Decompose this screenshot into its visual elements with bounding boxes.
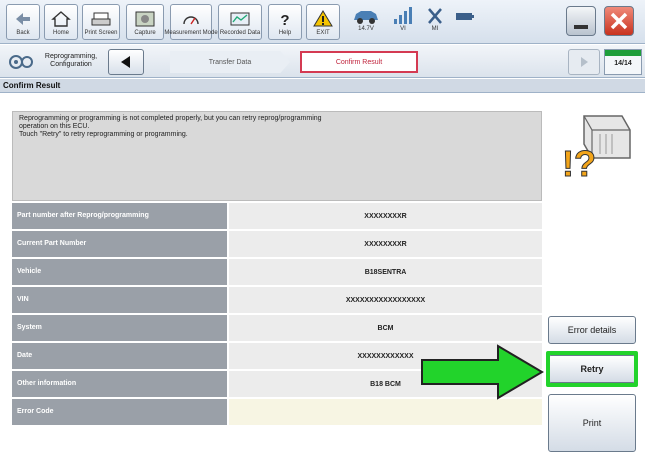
recorded-data-button[interactable]: Recorded Data — [218, 4, 262, 40]
table-row: System BCM — [12, 315, 542, 343]
table-row: Error Code — [12, 399, 542, 427]
home-icon — [51, 11, 71, 27]
vehicle-battery-status: 14.7V — [348, 6, 384, 40]
print-screen-button[interactable]: Print Screen — [82, 4, 120, 40]
svg-text:?: ? — [280, 12, 289, 28]
triangle-right-icon — [581, 57, 588, 67]
vi-signal-status: VI — [388, 6, 418, 40]
step-progress-bar — [605, 50, 641, 56]
table-row: Vehicle B18SENTRA — [12, 259, 542, 287]
signal-bars-icon — [394, 7, 412, 24]
help-button[interactable]: ? Help — [268, 4, 302, 40]
step-bar: Reprogramming, Configuration Transfer Da… — [0, 45, 645, 78]
minimize-button[interactable] — [566, 6, 596, 36]
measurement-mode-button[interactable]: Measurement Mode — [164, 4, 218, 40]
home-button[interactable]: Home — [44, 4, 78, 40]
battery-icon — [456, 13, 474, 20]
step-pager: 14/14 — [604, 49, 642, 75]
help-icon: ? — [280, 12, 289, 28]
crumb-transfer-data: Transfer Data — [170, 51, 290, 73]
print-screen-icon — [91, 12, 111, 26]
retry-highlight-outline — [546, 351, 638, 387]
close-icon — [610, 12, 628, 30]
measurement-icon — [183, 16, 199, 25]
battery-status — [452, 6, 478, 40]
ecu-question-icon: !? — [562, 115, 631, 180]
recorded-data-icon — [230, 12, 250, 26]
step-label: Reprogramming, Configuration — [44, 53, 98, 68]
table-row: Part number after Reprog/programming XXXX… — [12, 203, 542, 231]
message-text: Reprogramming or programming is not comp… — [19, 115, 322, 138]
svg-text:!?: !? — [562, 143, 596, 180]
step-page-count: 14/14 — [614, 60, 632, 67]
car-icon — [354, 11, 378, 24]
capture-icon — [135, 11, 155, 27]
error-details-button[interactable]: Error details — [548, 316, 636, 344]
mi-status: MI — [422, 6, 448, 40]
exit-button[interactable]: EXIT — [306, 4, 340, 40]
step-forward-button[interactable] — [568, 49, 600, 75]
back-button[interactable]: Back — [6, 4, 40, 40]
disconnected-x-icon — [428, 8, 442, 24]
step-back-button[interactable] — [108, 49, 144, 75]
table-row: Current Part Number XXXXXXXXR — [12, 231, 542, 259]
exit-icon — [313, 10, 333, 27]
close-button[interactable] — [604, 6, 634, 36]
green-arrow-callout-icon — [421, 344, 544, 400]
reprogramming-icon — [9, 55, 33, 69]
back-arrow-icon — [16, 13, 30, 25]
triangle-left-icon — [121, 56, 130, 68]
table-row: VIN XXXXXXXXXXXXXXXXX — [12, 287, 542, 315]
capture-button[interactable]: Capture — [126, 4, 164, 40]
minimize-icon — [574, 25, 588, 29]
top-toolbar: Back Home Print Screen Capture Measureme… — [0, 0, 645, 44]
message-panel: Reprogramming or programming is not comp… — [12, 111, 542, 201]
crumb-confirm-result: Confirm Result — [300, 51, 418, 73]
print-button[interactable]: Print — [548, 394, 636, 452]
section-title: Confirm Result — [0, 79, 645, 93]
